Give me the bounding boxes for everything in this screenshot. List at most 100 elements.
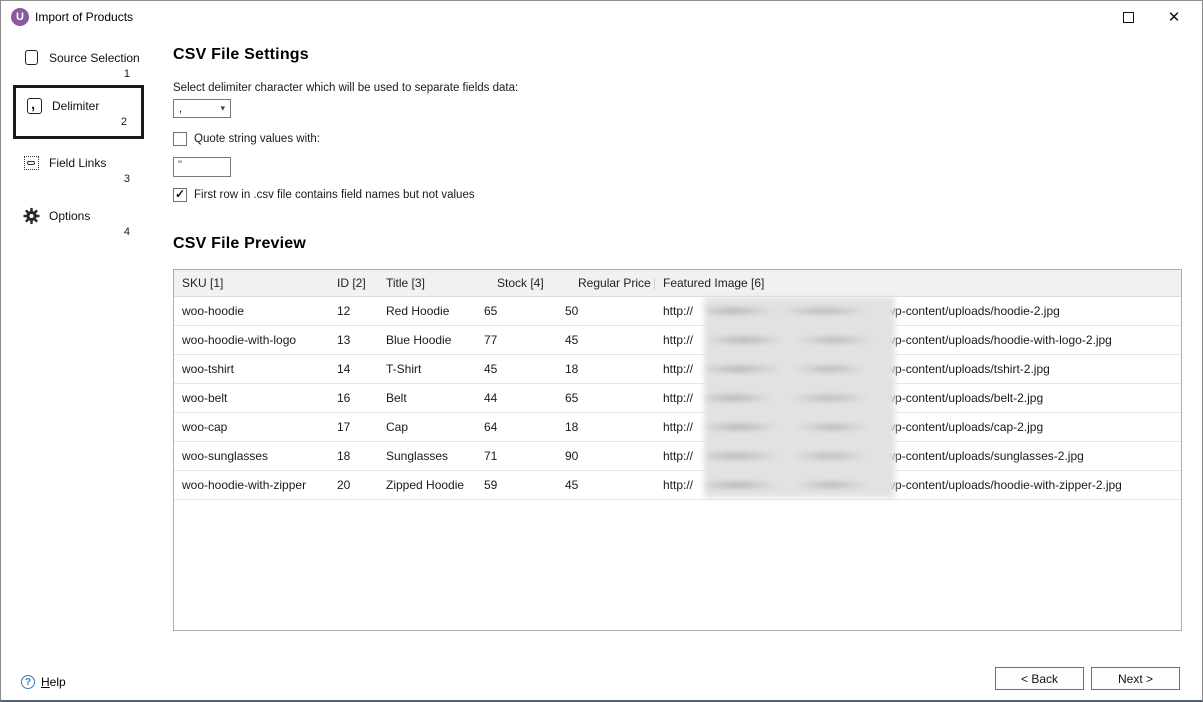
step-number: 4 bbox=[13, 226, 144, 238]
url-prefix: http:// bbox=[663, 391, 693, 405]
cell-sku: woo-hoodie-with-logo bbox=[174, 325, 329, 354]
step-label: Options bbox=[49, 209, 90, 223]
footer-bar: ? Help < Back Next > bbox=[1, 660, 1202, 700]
next-button[interactable]: Next > bbox=[1091, 667, 1180, 690]
cell-id: 14 bbox=[329, 354, 378, 383]
sidebar-item-field-links[interactable]: Field Links 3 bbox=[13, 154, 144, 185]
cell-stock: 77 bbox=[476, 325, 557, 354]
column-header-id: ID [2] bbox=[329, 270, 378, 296]
csv-settings-heading: CSV File Settings bbox=[173, 46, 309, 64]
close-button[interactable]: ✕ bbox=[1152, 1, 1196, 33]
column-header-sku: SKU [1] bbox=[174, 270, 329, 296]
cell-sku: woo-belt bbox=[174, 383, 329, 412]
column-header-stock: Stock [4] bbox=[476, 270, 557, 296]
cell-id: 16 bbox=[329, 383, 378, 412]
step-number: 2 bbox=[16, 116, 141, 128]
help-link[interactable]: ? Help bbox=[21, 675, 66, 689]
cell-stock: 64 bbox=[476, 412, 557, 441]
cell-stock: 65 bbox=[476, 296, 557, 325]
cell-price: 18 bbox=[557, 412, 655, 441]
url-suffix: /wp-content/uploads/sunglasses-2.jpg bbox=[883, 449, 1084, 463]
url-suffix: /wp-content/uploads/hoodie-2.jpg bbox=[883, 304, 1060, 318]
url-prefix: http:// bbox=[663, 449, 693, 463]
url-prefix: http:// bbox=[663, 420, 693, 434]
cell-title: T-Shirt bbox=[378, 354, 476, 383]
cell-stock: 45 bbox=[476, 354, 557, 383]
csv-preview-heading: CSV File Preview bbox=[173, 235, 306, 253]
cell-title: Blue Hoodie bbox=[378, 325, 476, 354]
help-label: Help bbox=[41, 675, 66, 689]
maximize-icon bbox=[1123, 12, 1134, 23]
quote-values-checkbox[interactable] bbox=[173, 132, 187, 146]
url-suffix: /wp-content/uploads/hoodie-with-logo-2.j… bbox=[883, 333, 1112, 347]
cell-price: 45 bbox=[557, 325, 655, 354]
cell-sku: woo-hoodie-with-zipper bbox=[174, 470, 329, 499]
sidebar-item-options[interactable]: Options 4 bbox=[13, 207, 144, 238]
table-row[interactable]: woo-hoodie 12 Red Hoodie 65 50 http:///w… bbox=[174, 296, 1181, 325]
window-title: Import of Products bbox=[35, 10, 133, 24]
cell-title: Sunglasses bbox=[378, 441, 476, 470]
csv-preview-table-container: SKU [1] ID [2] Title [3] Stock [4] Regul… bbox=[173, 269, 1182, 631]
url-suffix: /wp-content/uploads/tshirt-2.jpg bbox=[883, 362, 1050, 376]
table-row[interactable]: woo-hoodie-with-logo 13 Blue Hoodie 77 4… bbox=[174, 325, 1181, 354]
cell-id: 17 bbox=[329, 412, 378, 441]
step-number: 3 bbox=[13, 173, 144, 185]
sidebar-item-source-selection[interactable]: Source Selection 1 bbox=[13, 49, 144, 80]
wizard-steps-sidebar: Source Selection 1 , Delimiter 2 Field L… bbox=[1, 33, 166, 660]
checkmark-icon: ✓ bbox=[175, 187, 185, 201]
back-button[interactable]: < Back bbox=[995, 667, 1084, 690]
step-label: Source Selection bbox=[49, 51, 140, 65]
maximize-button[interactable] bbox=[1106, 1, 1150, 33]
cell-stock: 59 bbox=[476, 470, 557, 499]
cell-sku: woo-tshirt bbox=[174, 354, 329, 383]
step-label: Field Links bbox=[49, 156, 106, 170]
help-question-icon: ? bbox=[21, 675, 35, 689]
cell-id: 20 bbox=[329, 470, 378, 499]
cell-id: 18 bbox=[329, 441, 378, 470]
first-row-label: First row in .csv file contains field na… bbox=[194, 189, 475, 201]
url-prefix: http:// bbox=[663, 362, 693, 376]
table-row[interactable]: woo-belt 16 Belt 44 65 http:// /wp-conten… bbox=[174, 383, 1181, 412]
step-label: Delimiter bbox=[52, 99, 99, 113]
gear-icon bbox=[23, 207, 40, 224]
delimiter-select[interactable]: , ▾ bbox=[173, 99, 231, 118]
cell-stock: 71 bbox=[476, 441, 557, 470]
column-header-price: Regular Price [5] bbox=[557, 270, 655, 296]
field-links-icon bbox=[23, 154, 40, 171]
url-suffix: /wp-content/uploads/hoodie-with-zipper-2… bbox=[883, 478, 1122, 492]
cell-title: Belt bbox=[378, 383, 476, 412]
table-row[interactable]: woo-hoodie-with-zipper 20 Zipped Hoodie … bbox=[174, 470, 1181, 499]
step-number: 1 bbox=[13, 68, 144, 80]
url-prefix: http:// bbox=[663, 333, 693, 347]
title-bar: U Import of Products ✕ bbox=[1, 1, 1202, 33]
column-header-featured-image: Featured Image [6] bbox=[655, 270, 1181, 296]
cell-price: 50 bbox=[557, 296, 655, 325]
url-suffix: /wp-content/uploads/belt-2.jpg bbox=[883, 391, 1043, 405]
cell-id: 12 bbox=[329, 296, 378, 325]
cell-price: 45 bbox=[557, 470, 655, 499]
table-row[interactable]: woo-sunglasses 18 Sunglasses 71 90 http:… bbox=[174, 441, 1181, 470]
comma-icon: , bbox=[26, 97, 43, 114]
first-row-checkbox[interactable]: ✓ bbox=[173, 188, 187, 202]
import-products-window: U Import of Products ✕ Source Selection … bbox=[0, 0, 1203, 702]
cell-sku: woo-hoodie bbox=[174, 296, 329, 325]
cell-stock: 44 bbox=[476, 383, 557, 412]
table-row[interactable]: woo-tshirt 14 T-Shirt 45 18 http:///wp-c… bbox=[174, 354, 1181, 383]
csv-preview-table: SKU [1] ID [2] Title [3] Stock [4] Regul… bbox=[174, 270, 1181, 500]
close-icon: ✕ bbox=[1168, 8, 1181, 26]
app-logo-icon: U bbox=[11, 8, 29, 26]
table-header-row: SKU [1] ID [2] Title [3] Stock [4] Regul… bbox=[174, 270, 1181, 296]
url-suffix: /wp-content/uploads/cap-2.jpg bbox=[883, 420, 1043, 434]
first-row-checkbox-row[interactable]: ✓ First row in .csv file contains field … bbox=[173, 188, 475, 202]
table-row[interactable]: woo-cap 17 Cap 64 18 http:///wp-content/… bbox=[174, 412, 1181, 441]
quote-values-checkbox-row[interactable]: Quote string values with: bbox=[173, 132, 320, 146]
cell-title: Zipped Hoodie bbox=[378, 470, 476, 499]
delimiter-label: Select delimiter character which will be… bbox=[173, 82, 518, 94]
column-header-title: Title [3] bbox=[378, 270, 476, 296]
cell-title: Red Hoodie bbox=[378, 296, 476, 325]
sidebar-item-delimiter[interactable]: , Delimiter 2 bbox=[13, 85, 144, 139]
chevron-down-icon: ▾ bbox=[220, 104, 225, 113]
quote-character-input[interactable]: " bbox=[173, 157, 231, 177]
cell-price: 65 bbox=[557, 383, 655, 412]
delimiter-selected-value: , bbox=[179, 103, 182, 115]
